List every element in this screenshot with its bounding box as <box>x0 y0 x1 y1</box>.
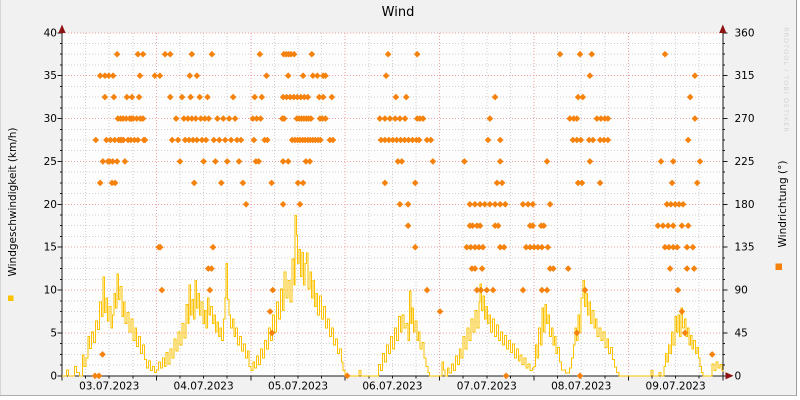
y-left-tick-label: 10 <box>44 285 57 297</box>
x-tick-label: 06.07.2023 <box>362 381 422 393</box>
right-axis-label: Windrichtung (°) <box>777 160 789 248</box>
x-tick-label: 05.07.2023 <box>268 381 328 393</box>
y-right-tick-label: 270 <box>735 113 755 125</box>
graph-surface: Wind 0 5 10 15 20 25 30 35 40 0 45 90 135 180 225 270 31… <box>0 0 797 396</box>
y-left-tick-label: 5 <box>50 327 57 339</box>
x-tick-label: 07.07.2023 <box>457 381 517 393</box>
wind-chart-plot: 0 5 10 15 20 25 30 35 40 0 45 90 135 180 225 270 315 360 0… <box>8 24 782 393</box>
y-right-tick-label: 360 <box>735 27 755 39</box>
y-left-tick-label: 15 <box>44 242 57 254</box>
x-tick-label: 03.07.2023 <box>79 381 139 393</box>
left-axis-label: Windgeschwindigkeit (km/h) <box>7 127 19 277</box>
x-tick-label: 08.07.2023 <box>551 381 611 393</box>
y-left-tick-label: 20 <box>44 199 57 211</box>
wind-direction-legend-marker <box>775 263 782 270</box>
y-right-tick-label: 90 <box>735 285 748 297</box>
y-right-tick-label: 225 <box>735 156 755 168</box>
rrdtool-watermark: RRDTOOL / TOBI OETIKER <box>782 27 790 133</box>
y-right-tick-label: 180 <box>735 199 755 211</box>
rrdtool-wind-graph: Wind 0 5 10 15 20 25 30 35 40 0 45 90 135 180 225 270 31… <box>0 0 800 400</box>
x-tick-label: 04.07.2023 <box>174 381 234 393</box>
y-left-tick-label: 30 <box>44 113 57 125</box>
y-right-tick-label: 45 <box>735 327 748 339</box>
y-left-tick-label: 40 <box>44 27 57 39</box>
y-right-tick-label: 135 <box>735 242 755 254</box>
y-left-tick-label: 25 <box>44 156 57 168</box>
wind-speed-legend-marker <box>8 295 14 301</box>
y-right-tick-label: 315 <box>735 70 755 82</box>
y-left-tick-label: 35 <box>44 70 57 82</box>
x-tick-label: 09.07.2023 <box>646 381 706 393</box>
y-left-tick-label: 0 <box>50 370 57 382</box>
y-right-tick-label: 0 <box>735 370 742 382</box>
